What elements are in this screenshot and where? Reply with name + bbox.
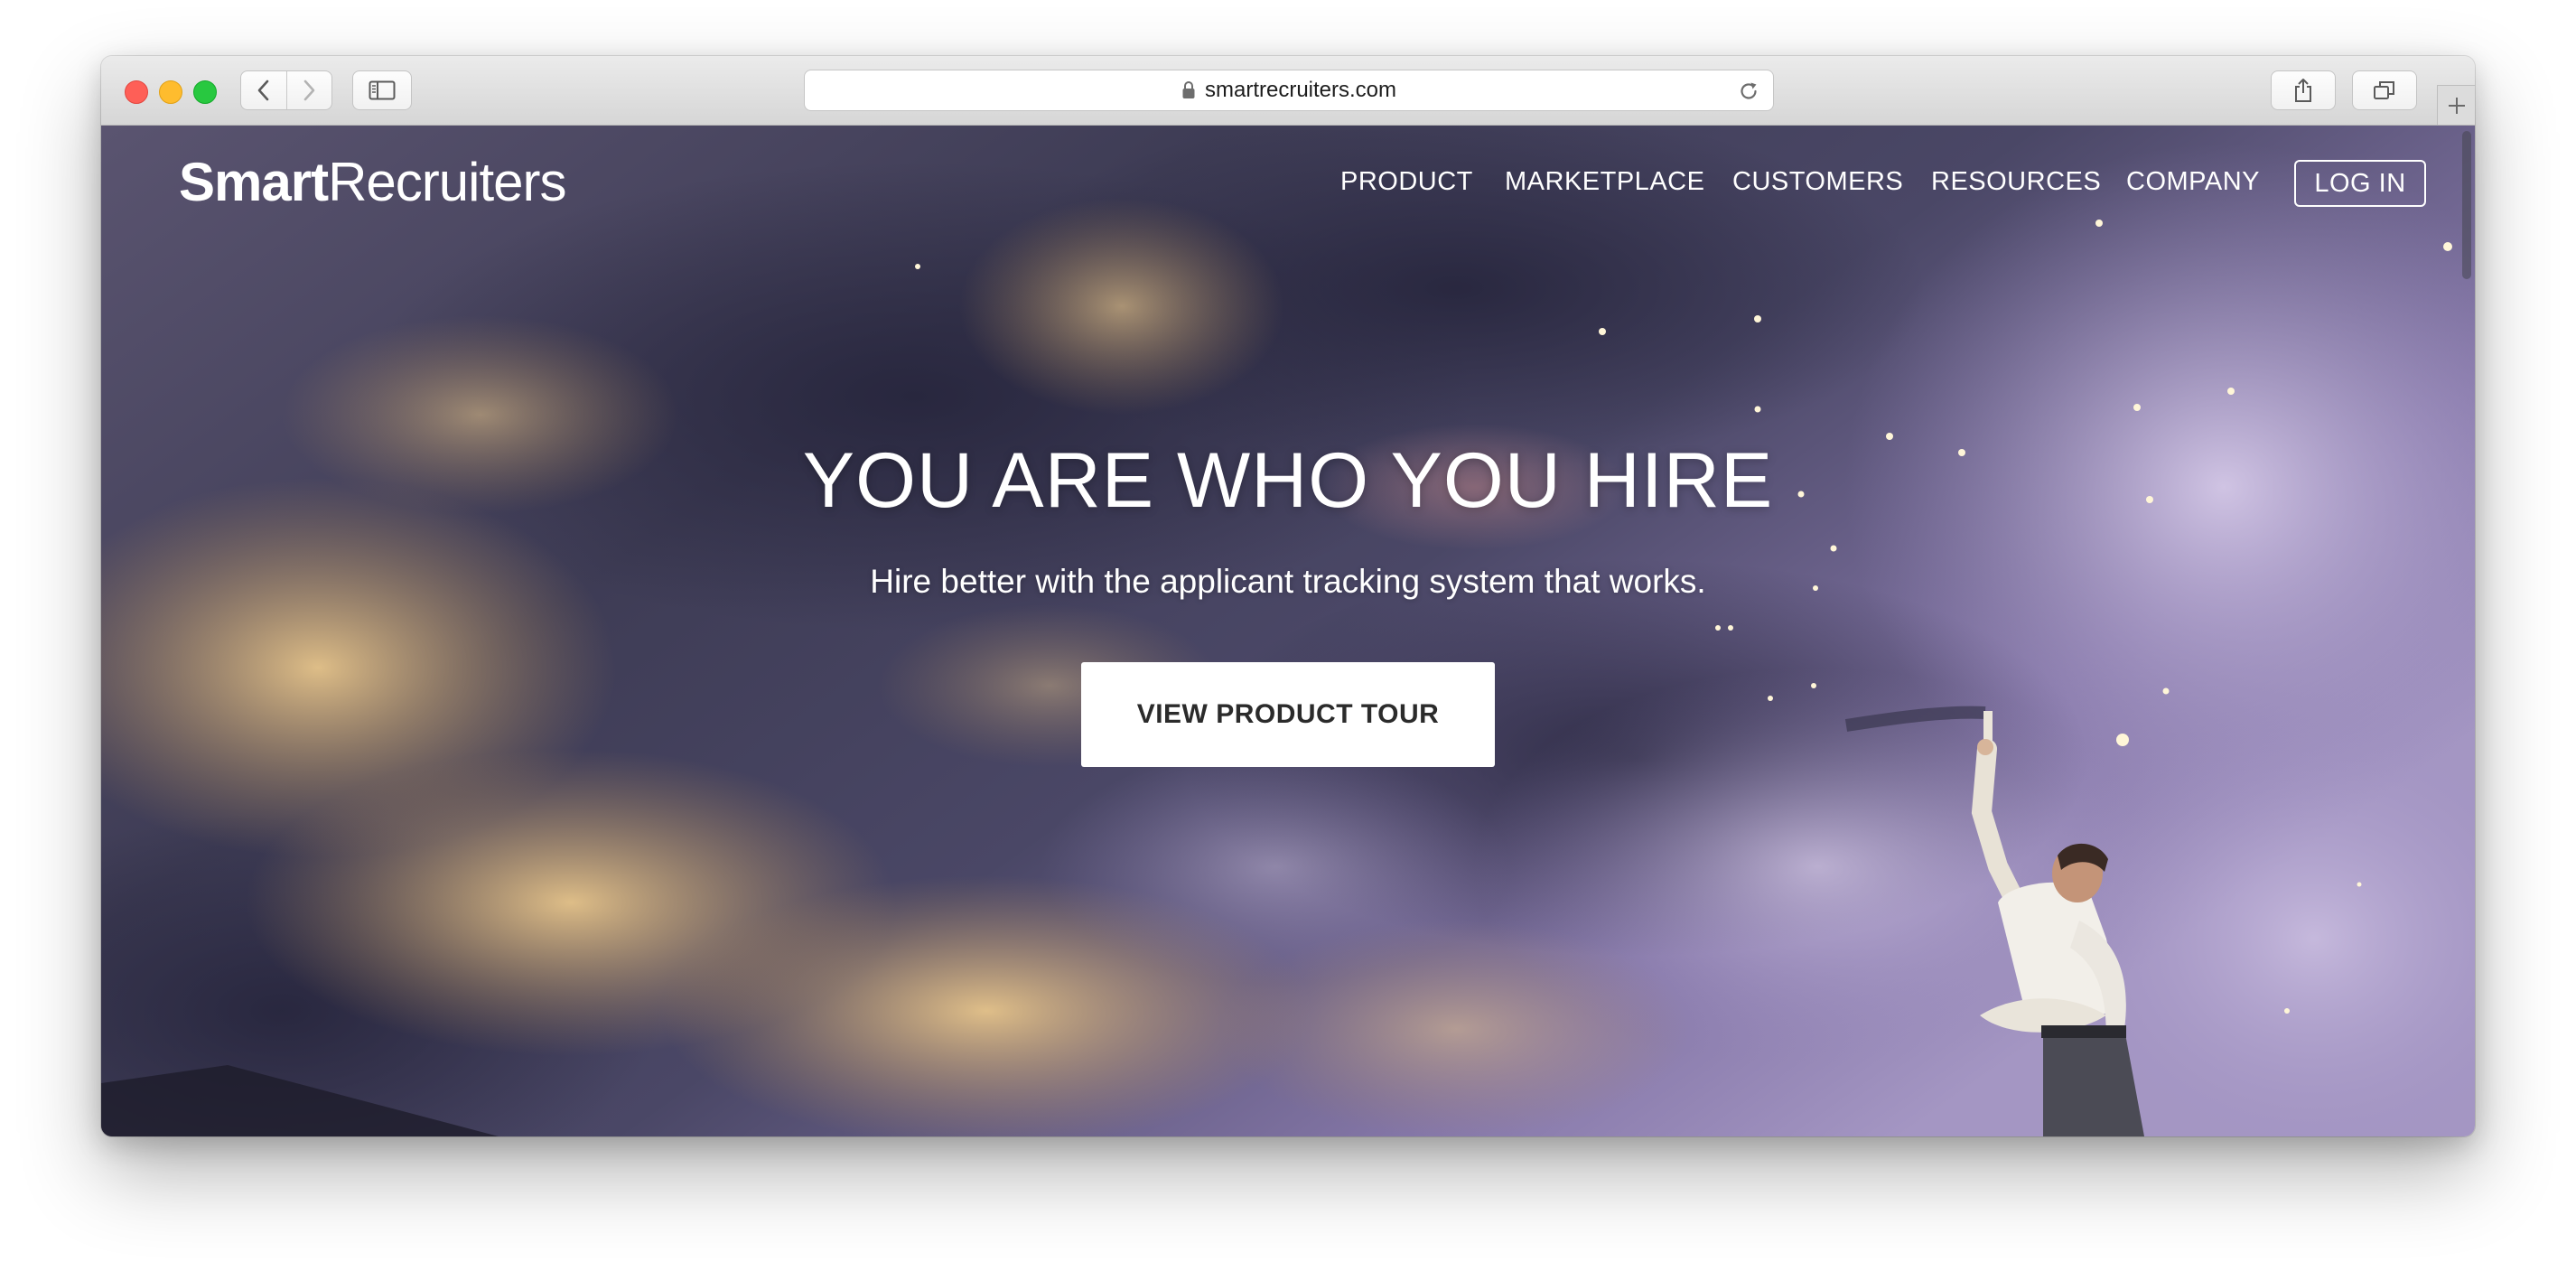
hero-subtitle: Hire better with the applicant tracking … [870,563,1706,600]
browser-toolbar: smartrecruiters.com [101,56,2475,126]
hero-background-painting [101,126,2475,1136]
close-window-button[interactable] [125,80,148,104]
screenshot-stage: smartrecruiters.com SmartRecruiters PROD… [0,0,2576,1281]
login-button[interactable]: LOG IN [2294,160,2426,207]
minimize-window-button[interactable] [159,80,182,104]
sidebar-toggle-button[interactable] [352,70,412,110]
forward-button[interactable] [287,71,332,109]
plus-icon [2448,97,2465,114]
share-button[interactable] [2271,70,2336,110]
new-tab-button[interactable] [2437,85,2475,125]
nav-item-marketplace[interactable]: MARKETPLACE [1505,167,1704,197]
web-page: SmartRecruiters PRODUCT MARKETPLACE CUST… [101,126,2475,1136]
reload-icon[interactable] [1737,79,1760,103]
maximize-window-button[interactable] [193,80,217,104]
view-product-tour-button[interactable]: VIEW PRODUCT TOUR [1081,662,1495,767]
sidebar-icon [369,80,396,100]
tab-overview-button[interactable] [2352,70,2417,110]
tabs-overview-icon [2374,81,2394,99]
hero-title: YOU ARE WHO YOU HIRE [802,437,1774,524]
url-text: smartrecruiters.com [1204,78,1397,102]
back-button[interactable] [241,71,287,109]
address-bar[interactable]: smartrecruiters.com [804,70,1774,111]
chevron-left-icon [257,79,269,101]
chevron-right-icon [303,79,315,101]
browser-window: smartrecruiters.com SmartRecruiters PROD… [101,56,2475,1136]
main-navigation: PRODUCT MARKETPLACE CUSTOMERS RESOURCES … [101,160,2475,210]
nav-item-customers[interactable]: CUSTOMERS [1732,167,1903,197]
share-icon [2295,79,2311,102]
nav-item-company[interactable]: COMPANY [2126,167,2260,197]
lock-icon [1182,81,1195,98]
history-nav-group [240,70,332,110]
nav-item-resources[interactable]: RESOURCES [1931,167,2101,197]
nav-item-product[interactable]: PRODUCT [1340,167,1473,197]
